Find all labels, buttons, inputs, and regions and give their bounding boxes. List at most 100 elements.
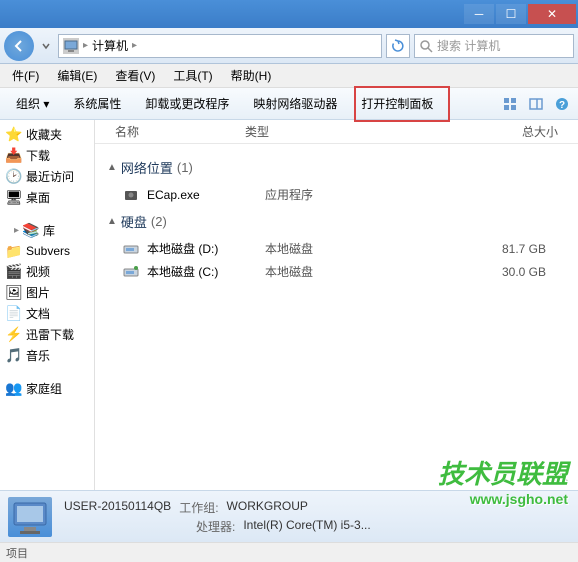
toolbar-right: ?	[498, 92, 574, 116]
sidebar-label: Subvers	[26, 244, 70, 258]
search-icon	[419, 39, 433, 53]
maximize-button[interactable]: ☐	[496, 4, 526, 24]
sidebar-favorites[interactable]: ⭐ 收藏夹	[2, 124, 92, 145]
menu-edit[interactable]: 编辑(E)	[49, 65, 105, 86]
item-type: 应用程序	[265, 186, 445, 203]
item-size: 30.0 GB	[445, 265, 566, 279]
sidebar-homegroup[interactable]: 👥 家庭组	[2, 378, 92, 399]
computer-icon	[63, 38, 79, 54]
sidebar-documents[interactable]: 📄 文档	[2, 303, 92, 324]
pane-icon	[528, 96, 544, 112]
sidebar-label: 图片	[26, 284, 50, 301]
desktop-icon: 🖥	[6, 190, 22, 206]
sidebar-desktop[interactable]: 🖥 桌面	[2, 187, 92, 208]
open-control-panel-button[interactable]: 打开控制面板	[349, 91, 445, 116]
view-options-button[interactable]	[498, 92, 522, 116]
group-hard-disks[interactable]: ▲ 硬盘 (2)	[95, 206, 578, 237]
refresh-icon	[391, 39, 405, 53]
folder-icon: 📁	[6, 243, 22, 259]
collapse-icon: ▲	[107, 162, 117, 173]
sidebar-label: 最近访问	[26, 168, 74, 185]
recent-icon: 🕑	[6, 169, 22, 185]
item-disk-d[interactable]: 本地磁盘 (D:) 本地磁盘 81.7 GB	[95, 237, 578, 260]
back-arrow-icon	[12, 39, 26, 53]
map-network-drive-button[interactable]: 映射网络驱动器	[241, 91, 349, 116]
collapse-icon: ▲	[107, 216, 117, 227]
cpu-value: Intel(R) Core(TM) i5-3...	[243, 518, 370, 535]
view-icon	[502, 96, 518, 112]
uninstall-programs-button[interactable]: 卸载或更改程序	[133, 91, 241, 116]
status-text: USER-20150114QB 工作组: WORKGROUP 处理器: Inte…	[64, 499, 371, 535]
navigation-bar: ▸ 计算机 ▸ 搜索 计算机	[0, 28, 578, 64]
item-type: 本地磁盘	[265, 240, 445, 257]
main-area: ⭐ 收藏夹 📥 下载 🕑 最近访问 🖥 桌面 ▸ 📚 库	[0, 120, 578, 490]
minimize-button[interactable]: ─	[464, 4, 494, 24]
sidebar-label: 音乐	[26, 347, 50, 364]
sidebar: ⭐ 收藏夹 📥 下载 🕑 最近访问 🖥 桌面 ▸ 📚 库	[0, 120, 95, 490]
status-bar: USER-20150114QB 工作组: WORKGROUP 处理器: Inte…	[0, 490, 578, 542]
help-button[interactable]: ?	[550, 92, 574, 116]
download-icon: 📥	[6, 148, 22, 164]
item-size: 81.7 GB	[445, 242, 566, 256]
refresh-button[interactable]	[386, 34, 410, 58]
menubar: 件(F) 编辑(E) 查看(V) 工具(T) 帮助(H)	[0, 64, 578, 88]
item-ecap[interactable]: ECap.exe 应用程序	[95, 183, 578, 206]
item-type: 本地磁盘	[265, 263, 445, 280]
breadcrumb-location[interactable]: 计算机	[92, 37, 128, 54]
organize-button[interactable]: 组织 ▾	[4, 91, 61, 116]
sidebar-xunlei[interactable]: ⚡ 迅雷下载	[2, 324, 92, 345]
music-icon: 🎵	[6, 348, 22, 364]
content-area: 名称 类型 总大小 ▲ 网络位置 (1) ECap.exe 应用程序 ▲ 硬盘 …	[95, 120, 578, 490]
sidebar-label: 收藏夹	[26, 126, 62, 143]
sidebar-label: 桌面	[26, 189, 50, 206]
content-body: ▲ 网络位置 (1) ECap.exe 应用程序 ▲ 硬盘 (2) 本地	[95, 144, 578, 490]
search-input[interactable]: 搜索 计算机	[414, 34, 574, 58]
address-bar[interactable]: ▸ 计算机 ▸	[58, 34, 382, 58]
bottom-bar: 项目	[0, 542, 578, 562]
column-type[interactable]: 类型	[245, 123, 425, 140]
item-name: ECap.exe	[147, 188, 265, 202]
group-count: (2)	[151, 214, 167, 229]
close-button[interactable]: ✕	[528, 4, 576, 24]
back-button[interactable]	[4, 31, 34, 61]
toolbar: 组织 ▾ 系统属性 卸载或更改程序 映射网络驱动器 打开控制面板 ?	[0, 88, 578, 120]
column-size[interactable]: 总大小	[425, 123, 578, 140]
group-label: 网络位置	[121, 158, 173, 177]
breadcrumb-separator: ▸	[132, 40, 137, 51]
sidebar-music[interactable]: 🎵 音乐	[2, 345, 92, 366]
exe-icon	[123, 187, 141, 203]
menu-help[interactable]: 帮助(H)	[223, 65, 280, 86]
chevron-down-icon	[42, 42, 50, 50]
disk-icon	[123, 264, 141, 280]
sidebar-label: 库	[43, 222, 55, 239]
sidebar-subversion[interactable]: 📁 Subvers	[2, 241, 92, 261]
sidebar-label: 下载	[26, 147, 50, 164]
library-icon: 📚	[23, 223, 39, 239]
menu-tools[interactable]: 工具(T)	[165, 65, 220, 86]
preview-pane-button[interactable]	[524, 92, 548, 116]
thunder-icon: ⚡	[6, 327, 22, 343]
svg-text:?: ?	[559, 100, 565, 111]
watermark-suffix: 之家	[546, 468, 568, 484]
sidebar-pictures[interactable]: 🖼 图片	[2, 282, 92, 303]
sidebar-libraries[interactable]: ▸ 📚 库	[2, 220, 92, 241]
group-label: 硬盘	[121, 212, 147, 231]
homegroup-icon: 👥	[6, 381, 22, 397]
computer-name: USER-20150114QB	[64, 499, 171, 516]
system-properties-button[interactable]: 系统属性	[61, 91, 133, 116]
sidebar-label: 视频	[26, 263, 50, 280]
disk-icon	[123, 241, 141, 257]
column-name[interactable]: 名称	[95, 123, 245, 140]
menu-file[interactable]: 件(F)	[4, 65, 47, 86]
expand-icon[interactable]: ▸	[14, 225, 19, 236]
sidebar-recent[interactable]: 🕑 最近访问	[2, 166, 92, 187]
menu-view[interactable]: 查看(V)	[107, 65, 163, 86]
workgroup-value: WORKGROUP	[227, 499, 308, 516]
history-dropdown[interactable]	[38, 42, 54, 50]
sidebar-downloads[interactable]: 📥 下载	[2, 145, 92, 166]
item-disk-c[interactable]: 本地磁盘 (C:) 本地磁盘 30.0 GB	[95, 260, 578, 283]
group-network-location[interactable]: ▲ 网络位置 (1)	[95, 152, 578, 183]
sidebar-videos[interactable]: 🎬 视频	[2, 261, 92, 282]
breadcrumb-separator: ▸	[83, 40, 88, 51]
picture-icon: 🖼	[6, 285, 22, 301]
